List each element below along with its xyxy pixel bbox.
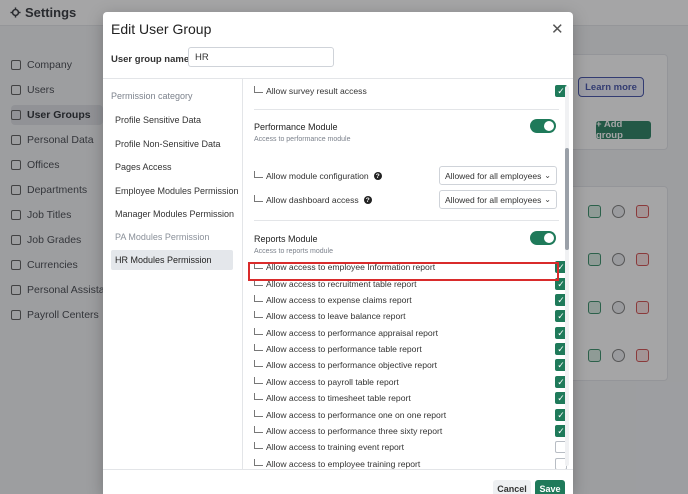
group-name-input[interactable]	[188, 47, 334, 67]
tree-connector	[254, 376, 263, 384]
permission-label: Allow survey result access	[266, 86, 367, 96]
chevron-down-icon: ⌄	[544, 171, 551, 180]
permission-category-list: Permission category Profile Sensitive Da…	[103, 79, 243, 469]
edit-user-group-modal: Edit User Group ✕ User group name Permis…	[103, 12, 573, 494]
permission-row-report: Allow access to performance objective re…	[254, 357, 567, 373]
highlight-box	[248, 262, 559, 281]
permission-row-report: Allow access to payroll table report ✓	[254, 374, 567, 390]
section-divider	[254, 109, 559, 110]
permission-row-report: Allow access to leave balance report ✓	[254, 308, 567, 324]
select-value: Allowed for all employees	[445, 194, 542, 205]
permission-label: Allow access to performance objective re…	[266, 360, 437, 370]
tree-connector	[254, 392, 263, 400]
tree-connector	[254, 170, 263, 178]
category-item-pages-access[interactable]: Pages Access	[111, 157, 233, 177]
permission-label: Allow access to performance three sixty …	[266, 426, 443, 436]
tree-connector	[254, 343, 263, 351]
category-item-pa-modules[interactable]: PA Modules Permission	[111, 227, 233, 247]
permission-label: Allow access to payroll table report	[266, 377, 399, 387]
scrollbar-track[interactable]	[565, 86, 569, 466]
select-value: Allowed for all employees	[445, 170, 542, 181]
section-divider	[254, 220, 559, 221]
permission-label: Allow module configuration	[266, 171, 369, 181]
tree-connector	[254, 310, 263, 318]
tree-connector	[254, 294, 263, 302]
scrollbar-thumb[interactable]	[565, 148, 569, 250]
reports-module-toggle[interactable]	[530, 231, 556, 245]
permission-row-report: Allow access to expense claims report ✓	[254, 292, 567, 308]
category-item-employee-modules[interactable]: Employee Modules Permission	[111, 181, 239, 201]
module-config-select[interactable]: Allowed for all employees ⌄	[439, 166, 557, 185]
dashboard-access-select[interactable]: Allowed for all employees ⌄	[439, 190, 557, 209]
permission-row-report: Allow access to training event report	[254, 439, 567, 455]
category-item-profile-sensitive[interactable]: Profile Sensitive Data	[111, 110, 233, 130]
permission-row-report: Allow access to performance table report…	[254, 341, 567, 357]
permission-row-report: Allow access to performance three sixty …	[254, 423, 567, 439]
tree-connector	[254, 359, 263, 367]
save-button[interactable]: Save	[535, 480, 565, 494]
tree-connector	[254, 409, 263, 417]
section-subtitle-performance: Access to performance module	[254, 136, 351, 143]
cancel-button[interactable]: Cancel	[493, 480, 531, 494]
section-title-performance: Performance Module	[254, 122, 338, 132]
permission-row-report: Allow access to employee training report	[254, 456, 567, 469]
permission-label: Allow access to performance table report	[266, 344, 422, 354]
permission-row-report: Allow access to performance one on one r…	[254, 407, 567, 423]
section-subtitle-reports: Access to reports module	[254, 248, 333, 255]
modal-title: Edit User Group	[111, 21, 212, 37]
chevron-down-icon: ⌄	[544, 195, 551, 204]
help-icon[interactable]: ?	[363, 196, 372, 204]
permission-label: Allow access to training event report	[266, 442, 405, 452]
category-item-hr-modules[interactable]: HR Modules Permission	[111, 250, 233, 270]
permission-label: Allow access to timesheet table report	[266, 393, 411, 403]
permission-label: Allow access to performance one on one r…	[266, 410, 447, 420]
permission-row-report: Allow access to performance appraisal re…	[254, 325, 567, 341]
category-item-manager-modules[interactable]: Manager Modules Permission	[111, 204, 234, 224]
help-icon[interactable]: ?	[373, 172, 382, 180]
performance-module-toggle[interactable]	[530, 119, 556, 133]
permission-label: Allow access to employee training report	[266, 459, 421, 469]
permission-label: Allow access to performance appraisal re…	[266, 328, 438, 338]
category-item-profile-non-sensitive[interactable]: Profile Non-Sensitive Data	[111, 134, 233, 154]
tree-connector	[254, 441, 263, 449]
permission-label: Allow access to leave balance report	[266, 311, 406, 321]
tree-connector	[254, 458, 263, 466]
tree-connector	[254, 194, 263, 202]
section-title-reports: Reports Module	[254, 234, 318, 244]
tree-connector	[254, 327, 263, 335]
tree-connector	[254, 85, 263, 93]
modal-footer: Cancel Save	[103, 469, 573, 494]
close-icon[interactable]: ✕	[551, 20, 564, 38]
tree-connector	[254, 425, 263, 433]
permission-row-report: Allow access to timesheet table report ✓	[254, 390, 567, 406]
permission-label: Allow dashboard access	[266, 195, 359, 205]
category-heading: Permission category	[111, 91, 193, 101]
group-name-label: User group name	[111, 54, 190, 65]
permission-row-survey: Allow survey result access ✓	[254, 83, 567, 99]
permission-label: Allow access to expense claims report	[266, 295, 412, 305]
